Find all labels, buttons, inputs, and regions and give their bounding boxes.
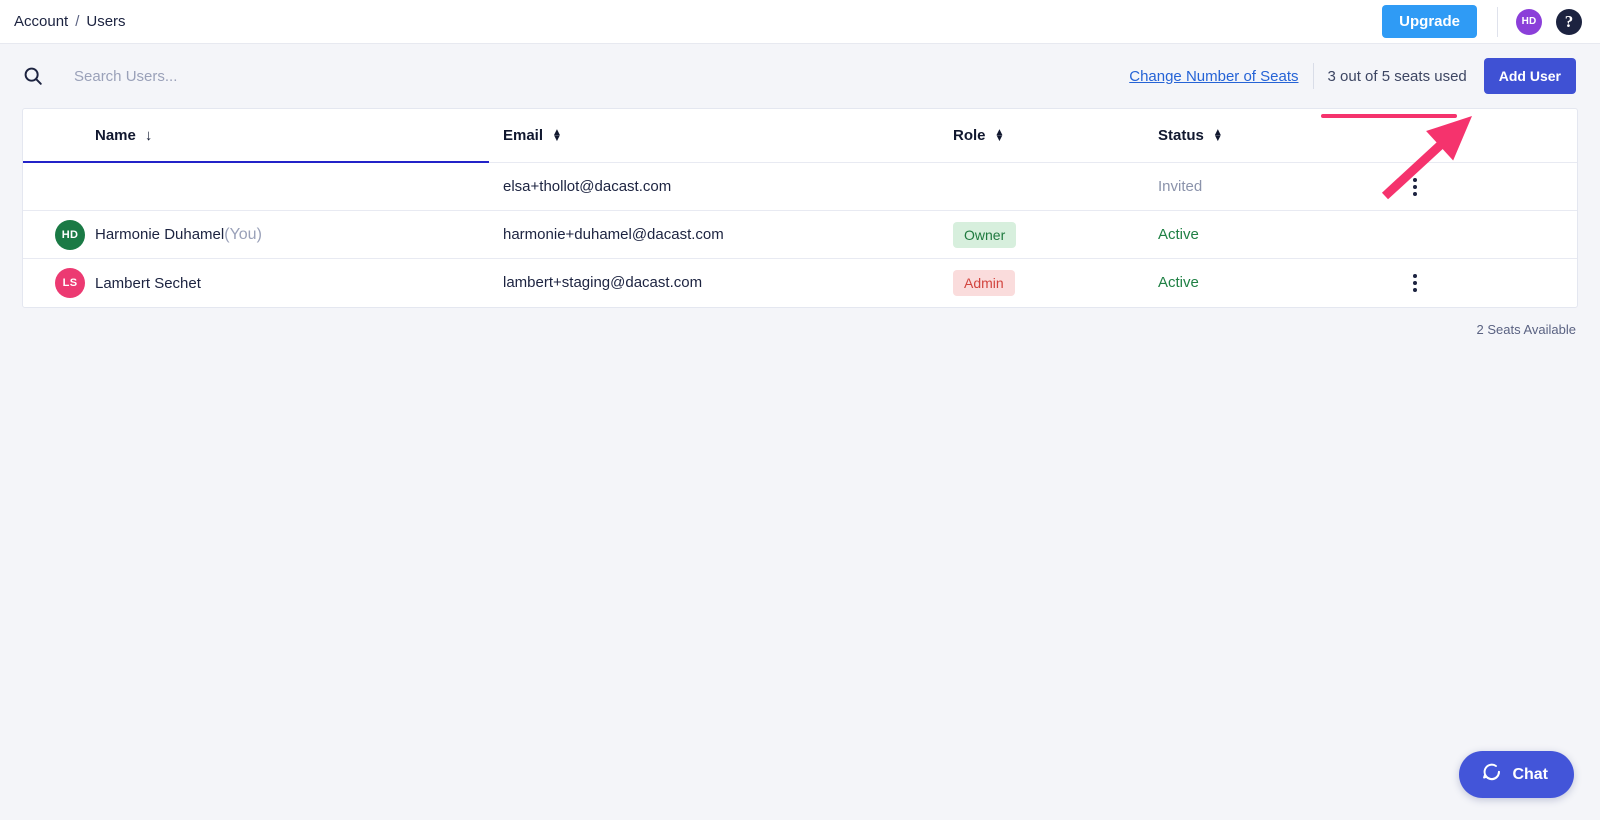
chat-widget-button[interactable]: Chat — [1459, 751, 1574, 798]
cell-status: Active — [1158, 274, 1383, 292]
chat-label: Chat — [1512, 765, 1548, 783]
user-name: Harmonie Duhamel — [95, 226, 225, 243]
column-header-status-label: Status — [1158, 127, 1204, 144]
cell-role: Admin — [953, 270, 1158, 296]
user-name: Lambert Sechet — [95, 274, 201, 292]
user-email: elsa+thollot@dacast.com — [503, 177, 672, 195]
user-email: lambert+staging@dacast.com — [503, 274, 703, 291]
column-header-role-label: Role — [953, 127, 986, 144]
cell-role: Owner — [953, 221, 1158, 248]
search-area — [22, 65, 1129, 87]
search-icon — [22, 65, 44, 87]
help-icon[interactable]: ? — [1556, 8, 1582, 35]
column-header-email[interactable]: Email ▲ ▼ — [503, 127, 953, 144]
cell-status: Active — [1158, 226, 1383, 244]
status-text: Active — [1158, 274, 1199, 291]
users-toolbar: Change Number of Seats 3 out of 5 seats … — [0, 44, 1600, 108]
cell-email: lambert+staging@dacast.com — [503, 274, 953, 292]
column-header-email-label: Email — [503, 127, 544, 144]
sort-desc-icon[interactable]: ↓ — [145, 128, 153, 143]
role-badge: Admin — [953, 270, 1015, 296]
cell-actions — [1383, 270, 1577, 296]
cell-status: Invited — [1158, 178, 1383, 196]
column-header-status[interactable]: Status ▲ ▼ — [1158, 127, 1383, 144]
header-actions: Upgrade HD ? — [1382, 5, 1582, 38]
avatar[interactable]: HD — [1516, 8, 1542, 35]
user-email: harmonie+duhamel@dacast.com — [503, 225, 724, 243]
you-tag: (You) — [224, 225, 262, 243]
sort-both-icon[interactable]: ▲ ▼ — [1213, 127, 1223, 143]
breadcrumb-separator: / — [75, 13, 80, 30]
column-header-name[interactable]: Name ↓ — [23, 127, 503, 163]
toolbar-divider — [1312, 63, 1314, 89]
toolbar-actions: Change Number of Seats 3 out of 5 seats … — [1129, 58, 1576, 94]
table-row[interactable]: LS Lambert Sechet lambert+staging@dacast.c… — [23, 259, 1577, 307]
sort-both-icon[interactable]: ▲ ▼ — [995, 127, 1005, 143]
cell-name: HD Harmonie Duhamel (You) — [23, 219, 503, 250]
cell-email: elsa+thollot@dacast.com — [503, 178, 953, 196]
column-header-role[interactable]: Role ▲ ▼ — [953, 127, 1158, 144]
change-number-of-seats-link[interactable]: Change Number of Seats — [1129, 68, 1298, 85]
row-actions-menu-icon[interactable] — [1409, 174, 1421, 200]
upgrade-button[interactable]: Upgrade — [1382, 5, 1477, 38]
cell-name: LS Lambert Sechet — [23, 268, 503, 298]
breadcrumb-parent[interactable]: Account — [14, 13, 68, 30]
search-input[interactable] — [74, 67, 494, 85]
table-header-row: Name ↓ Email ▲ ▼ Role ▲ ▼ Status ▲ ▼ — [23, 109, 1577, 163]
status-text: Active — [1158, 225, 1199, 243]
breadcrumb: Account / Users — [14, 13, 126, 30]
top-header-bar: Account / Users Upgrade HD ? — [0, 0, 1600, 44]
column-header-name-label: Name — [95, 127, 136, 144]
seats-used-text: 3 out of 5 seats used — [1327, 67, 1467, 85]
row-actions-menu-icon[interactable] — [1409, 270, 1421, 296]
table-row[interactable]: elsa+thollot@dacast.com Invited — [23, 163, 1577, 211]
add-user-button[interactable]: Add User — [1483, 58, 1576, 94]
chat-bubble-icon — [1481, 762, 1502, 788]
status-text: Invited — [1158, 177, 1203, 195]
breadcrumb-current[interactable]: Users — [86, 13, 125, 30]
users-table: Name ↓ Email ▲ ▼ Role ▲ ▼ Status ▲ ▼ elsa+t… — [22, 108, 1578, 308]
seats-available-text: 2 Seats Available — [1476, 322, 1577, 337]
cell-actions — [1383, 174, 1577, 200]
table-row[interactable]: HD Harmonie Duhamel (You) harmonie+duhamel… — [23, 211, 1577, 259]
header-divider — [1497, 6, 1498, 37]
avatar: HD — [55, 219, 85, 250]
cell-email: harmonie+duhamel@dacast.com — [503, 226, 953, 244]
avatar: LS — [55, 268, 85, 298]
sort-both-icon[interactable]: ▲ ▼ — [552, 127, 562, 143]
role-badge: Owner — [953, 221, 1017, 248]
